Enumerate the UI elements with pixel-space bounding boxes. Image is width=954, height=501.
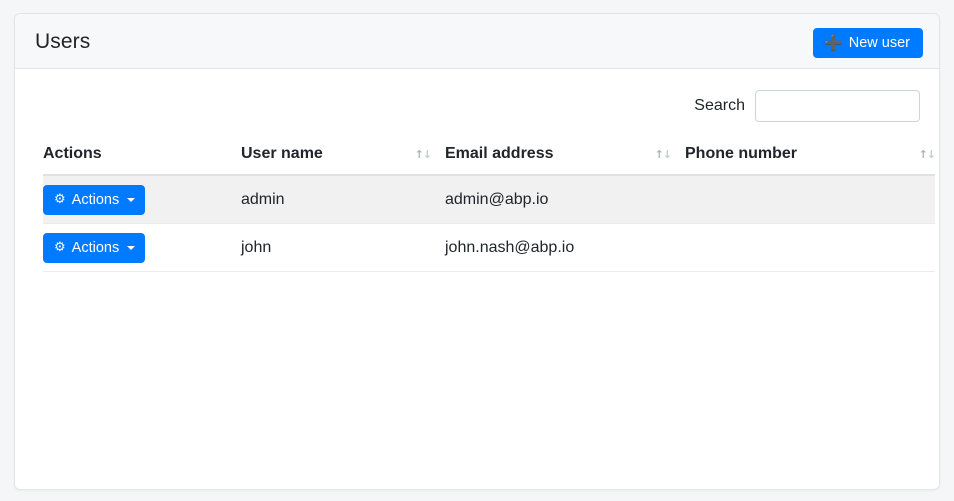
cell-user-name: admin — [241, 175, 445, 224]
column-header-user-name-label: User name — [241, 145, 323, 162]
table-head: Actions User name ↑↓ Email address ↑↓ Ph… — [43, 145, 936, 176]
table-row: ⚙ Actions admin admin@abp.io — [43, 175, 935, 224]
card-header: Users ➕ New user — [15, 14, 939, 69]
cell-actions: ⚙ Actions — [43, 223, 241, 272]
cell-user-name: john — [241, 223, 445, 272]
column-header-user-name[interactable]: User name ↑↓ — [241, 145, 445, 176]
column-header-email-address-label: Email address — [445, 145, 554, 162]
row-actions-button[interactable]: ⚙ Actions — [43, 184, 146, 215]
caret-down-icon — [127, 245, 136, 250]
table-row: ⚙ Actions john john.nash@abp.io — [43, 223, 935, 272]
users-card: Users ➕ New user Search Actions User nam… — [14, 13, 940, 490]
search-area: Search — [694, 90, 920, 122]
users-table: Actions User name ↑↓ Email address ↑↓ Ph… — [43, 145, 936, 272]
table-footer: Show 10 entries Showing 1 to 2 of 2 entr… — [15, 484, 939, 489]
cell-actions: ⚙ Actions — [43, 175, 241, 224]
column-header-email-address[interactable]: Email address ↑↓ — [445, 145, 685, 176]
cell-email: john.nash@abp.io — [445, 223, 685, 272]
search-label: Search — [694, 97, 745, 114]
cell-phone — [685, 175, 935, 224]
column-header-actions-label: Actions — [43, 145, 102, 162]
column-header-phone-number-label: Phone number — [685, 145, 798, 162]
sort-updown-icon: ↑↓ — [654, 147, 672, 161]
new-user-button[interactable]: ➕ New user — [813, 28, 923, 58]
cell-phone — [685, 223, 935, 272]
table-header-row: Actions User name ↑↓ Email address ↑↓ Ph… — [43, 145, 936, 176]
row-actions-button-label: Actions — [71, 191, 120, 208]
column-header-phone-number[interactable]: Phone number ↑↓ — [685, 145, 936, 176]
new-user-button-label: New user — [848, 35, 910, 51]
page-title: Users — [35, 30, 91, 53]
sort-updown-icon: ↑↓ — [918, 147, 936, 161]
gear-icon: ⚙ — [54, 240, 66, 255]
gear-icon: ⚙ — [54, 192, 66, 207]
caret-down-icon — [127, 197, 136, 202]
plus-icon: ➕ — [824, 34, 843, 52]
cell-email: admin@abp.io — [445, 175, 685, 224]
column-header-actions: Actions — [43, 145, 241, 176]
row-actions-button[interactable]: ⚙ Actions — [43, 232, 146, 263]
sort-updown-icon: ↑↓ — [414, 147, 432, 161]
row-actions-button-label: Actions — [71, 239, 120, 256]
table-body: ⚙ Actions admin admin@abp.io ⚙ Actions j… — [43, 175, 935, 272]
search-input[interactable] — [755, 90, 920, 122]
